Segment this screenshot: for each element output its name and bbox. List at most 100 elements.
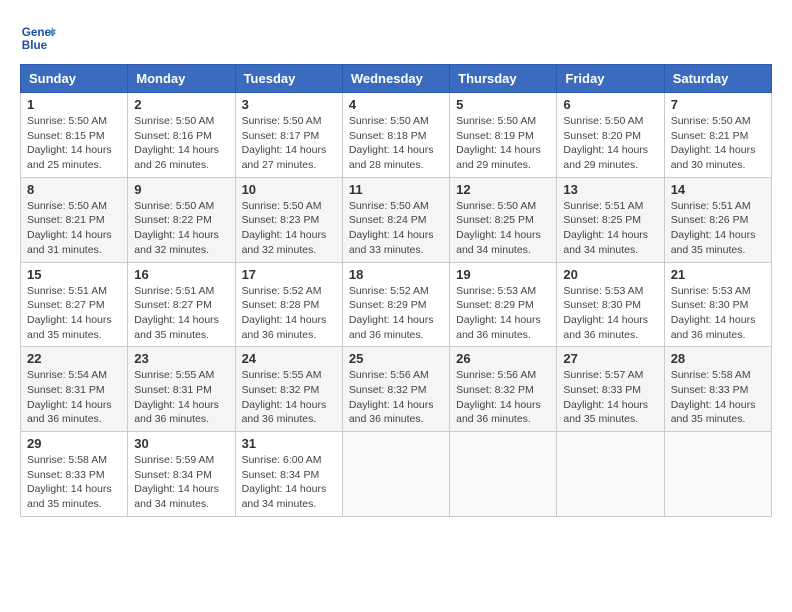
day-number: 16 [134,267,228,282]
day-number: 24 [242,351,336,366]
calendar-cell: 17 Sunrise: 5:52 AM Sunset: 8:28 PM Dayli… [235,262,342,347]
calendar-week-row: 22 Sunrise: 5:54 AM Sunset: 8:31 PM Dayli… [21,347,772,432]
day-number: 3 [242,97,336,112]
day-number: 7 [671,97,765,112]
day-info: Sunrise: 5:50 AM Sunset: 8:16 PM Dayligh… [134,114,228,173]
day-number: 8 [27,182,121,197]
day-info: Sunrise: 5:50 AM Sunset: 8:23 PM Dayligh… [242,199,336,258]
svg-text:Blue: Blue [22,39,48,52]
day-info: Sunrise: 5:50 AM Sunset: 8:21 PM Dayligh… [27,199,121,258]
calendar-cell: 28 Sunrise: 5:58 AM Sunset: 8:33 PM Dayli… [664,347,771,432]
calendar-cell [664,432,771,517]
day-info: Sunrise: 5:58 AM Sunset: 8:33 PM Dayligh… [27,453,121,512]
calendar-cell: 26 Sunrise: 5:56 AM Sunset: 8:32 PM Dayli… [450,347,557,432]
day-info: Sunrise: 5:50 AM Sunset: 8:17 PM Dayligh… [242,114,336,173]
day-number: 2 [134,97,228,112]
calendar-cell [342,432,449,517]
day-number: 13 [563,182,657,197]
day-number: 14 [671,182,765,197]
day-number: 21 [671,267,765,282]
calendar-cell: 22 Sunrise: 5:54 AM Sunset: 8:31 PM Dayli… [21,347,128,432]
day-number: 22 [27,351,121,366]
day-number: 6 [563,97,657,112]
day-info: Sunrise: 5:54 AM Sunset: 8:31 PM Dayligh… [27,368,121,427]
calendar-cell [450,432,557,517]
day-info: Sunrise: 5:50 AM Sunset: 8:18 PM Dayligh… [349,114,443,173]
calendar-cell: 1 Sunrise: 5:50 AM Sunset: 8:15 PM Daylig… [21,93,128,178]
header-wednesday: Wednesday [342,65,449,93]
calendar-cell: 20 Sunrise: 5:53 AM Sunset: 8:30 PM Dayli… [557,262,664,347]
day-number: 28 [671,351,765,366]
day-info: Sunrise: 5:50 AM Sunset: 8:24 PM Dayligh… [349,199,443,258]
day-info: Sunrise: 5:51 AM Sunset: 8:27 PM Dayligh… [27,284,121,343]
header-tuesday: Tuesday [235,65,342,93]
day-info: Sunrise: 5:56 AM Sunset: 8:32 PM Dayligh… [456,368,550,427]
calendar-cell: 23 Sunrise: 5:55 AM Sunset: 8:31 PM Dayli… [128,347,235,432]
calendar-cell: 2 Sunrise: 5:50 AM Sunset: 8:16 PM Daylig… [128,93,235,178]
day-info: Sunrise: 5:52 AM Sunset: 8:29 PM Dayligh… [349,284,443,343]
day-info: Sunrise: 5:55 AM Sunset: 8:31 PM Dayligh… [134,368,228,427]
calendar-table: SundayMondayTuesdayWednesdayThursdayFrid… [20,64,772,517]
day-number: 27 [563,351,657,366]
day-number: 12 [456,182,550,197]
calendar-cell [557,432,664,517]
calendar-cell: 15 Sunrise: 5:51 AM Sunset: 8:27 PM Dayli… [21,262,128,347]
logo-icon: General Blue [20,20,56,56]
calendar-cell: 21 Sunrise: 5:53 AM Sunset: 8:30 PM Dayli… [664,262,771,347]
day-number: 11 [349,182,443,197]
calendar-cell: 30 Sunrise: 5:59 AM Sunset: 8:34 PM Dayli… [128,432,235,517]
calendar-cell: 6 Sunrise: 5:50 AM Sunset: 8:20 PM Daylig… [557,93,664,178]
day-number: 1 [27,97,121,112]
calendar-week-row: 8 Sunrise: 5:50 AM Sunset: 8:21 PM Daylig… [21,177,772,262]
header: General Blue [20,20,772,56]
header-thursday: Thursday [450,65,557,93]
day-number: 29 [27,436,121,451]
day-number: 17 [242,267,336,282]
day-number: 23 [134,351,228,366]
calendar-cell: 11 Sunrise: 5:50 AM Sunset: 8:24 PM Dayli… [342,177,449,262]
day-number: 10 [242,182,336,197]
day-number: 26 [456,351,550,366]
day-info: Sunrise: 5:51 AM Sunset: 8:27 PM Dayligh… [134,284,228,343]
calendar-cell: 31 Sunrise: 6:00 AM Sunset: 8:34 PM Dayli… [235,432,342,517]
day-number: 20 [563,267,657,282]
calendar-cell: 19Sunrise: 5:53 AM Sunset: 8:29 PM Dayli… [450,262,557,347]
logo: General Blue [20,20,60,56]
day-info: Sunrise: 5:51 AM Sunset: 8:26 PM Dayligh… [671,199,765,258]
day-number: 31 [242,436,336,451]
day-number: 9 [134,182,228,197]
calendar-cell: 24 Sunrise: 5:55 AM Sunset: 8:32 PM Dayli… [235,347,342,432]
calendar-week-row: 15 Sunrise: 5:51 AM Sunset: 8:27 PM Dayli… [21,262,772,347]
calendar-cell: 29 Sunrise: 5:58 AM Sunset: 8:33 PM Dayli… [21,432,128,517]
day-info: Sunrise: 5:59 AM Sunset: 8:34 PM Dayligh… [134,453,228,512]
day-number: 25 [349,351,443,366]
day-number: 30 [134,436,228,451]
calendar-cell: 18 Sunrise: 5:52 AM Sunset: 8:29 PM Dayli… [342,262,449,347]
day-info: Sunrise: 6:00 AM Sunset: 8:34 PM Dayligh… [242,453,336,512]
day-info: Sunrise: 5:52 AM Sunset: 8:28 PM Dayligh… [242,284,336,343]
day-info: Sunrise: 5:50 AM Sunset: 8:22 PM Dayligh… [134,199,228,258]
calendar-cell: 12 Sunrise: 5:50 AM Sunset: 8:25 PM Dayli… [450,177,557,262]
calendar-week-row: 29 Sunrise: 5:58 AM Sunset: 8:33 PM Dayli… [21,432,772,517]
day-info: Sunrise: 5:51 AM Sunset: 8:25 PM Dayligh… [563,199,657,258]
day-info: Sunrise: 5:50 AM Sunset: 8:15 PM Dayligh… [27,114,121,173]
day-info: Sunrise: 5:53 AM Sunset: 8:30 PM Dayligh… [563,284,657,343]
day-info: Sunrise: 5:56 AM Sunset: 8:32 PM Dayligh… [349,368,443,427]
header-saturday: Saturday [664,65,771,93]
day-info: Sunrise: 5:50 AM Sunset: 8:19 PM Dayligh… [456,114,550,173]
day-number: 18 [349,267,443,282]
day-number: 19 [456,267,550,282]
calendar-cell: 25 Sunrise: 5:56 AM Sunset: 8:32 PM Dayli… [342,347,449,432]
day-info: Sunrise: 5:50 AM Sunset: 8:25 PM Dayligh… [456,199,550,258]
day-number: 4 [349,97,443,112]
day-info: Sunrise: 5:58 AM Sunset: 8:33 PM Dayligh… [671,368,765,427]
header-sunday: Sunday [21,65,128,93]
calendar-cell: 8 Sunrise: 5:50 AM Sunset: 8:21 PM Daylig… [21,177,128,262]
day-info: Sunrise: 5:53 AM Sunset: 8:30 PM Dayligh… [671,284,765,343]
calendar-cell: 7Sunrise: 5:50 AM Sunset: 8:21 PM Daylig… [664,93,771,178]
header-friday: Friday [557,65,664,93]
calendar-week-row: 1 Sunrise: 5:50 AM Sunset: 8:15 PM Daylig… [21,93,772,178]
day-info: Sunrise: 5:55 AM Sunset: 8:32 PM Dayligh… [242,368,336,427]
day-info: Sunrise: 5:50 AM Sunset: 8:20 PM Dayligh… [563,114,657,173]
day-number: 15 [27,267,121,282]
